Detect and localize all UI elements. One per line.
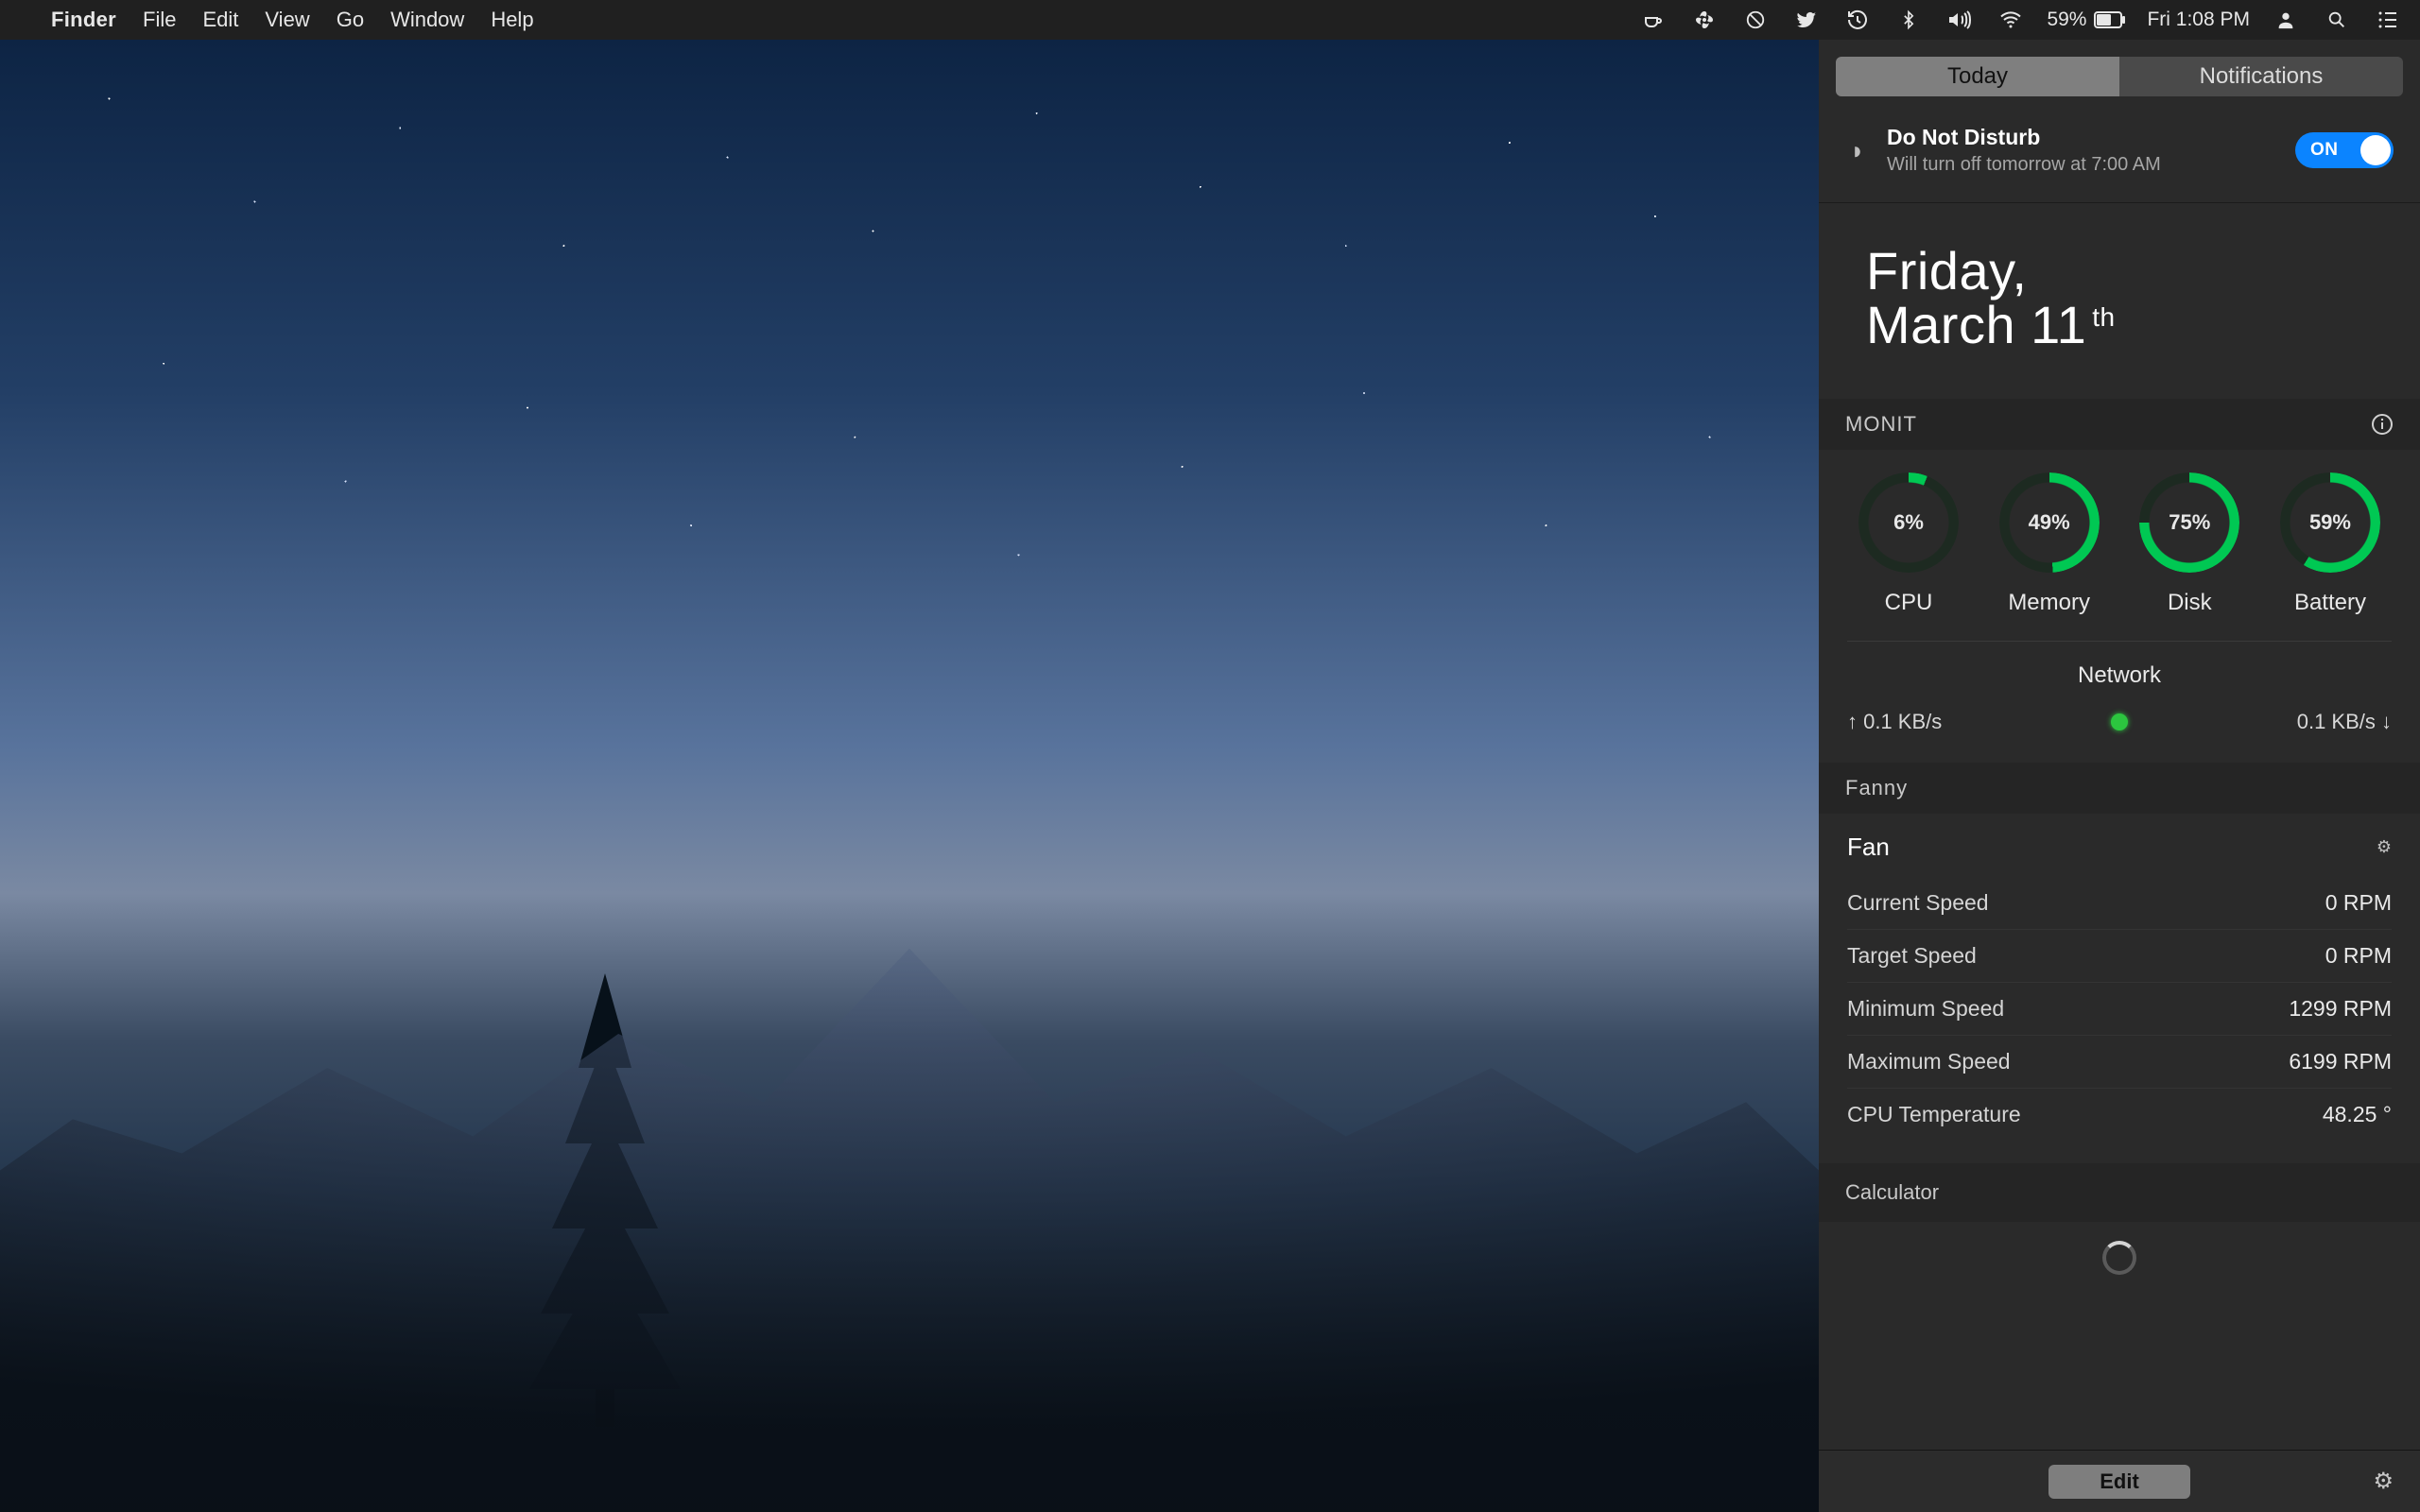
network-status-dot — [2111, 713, 2128, 730]
date-line1: Friday, — [1866, 245, 2420, 298]
gauge-disk: 75% Disk — [2128, 472, 2251, 616]
gauge-ring: 49% — [1999, 472, 2100, 573]
notification-center: Today Notifications ◗ Do Not Disturb Wil… — [1819, 40, 2420, 1512]
app-name[interactable]: Finder — [51, 8, 116, 32]
gauge-value: 6% — [1893, 510, 1924, 535]
fan-row-key: Current Speed — [1847, 890, 1989, 916]
menubar-clock[interactable]: Fri 1:08 PM — [2147, 9, 2250, 31]
user-icon[interactable] — [2271, 5, 2301, 35]
gauge-label: Memory — [2008, 590, 2090, 616]
gauge-value: 49% — [2029, 510, 2070, 535]
tab-notifications[interactable]: Notifications — [2119, 57, 2403, 96]
fan-row-value: 0 RPM — [2325, 943, 2392, 969]
menu-edit[interactable]: Edit — [202, 8, 238, 32]
calculator-header: Calculator — [1819, 1163, 2420, 1222]
edit-button[interactable]: Edit — [2048, 1465, 2190, 1499]
menubar: Finder File Edit View Go Window Help — [0, 0, 2420, 40]
fan-row-key: Minimum Speed — [1847, 996, 2004, 1022]
moon-icon: ◗ — [1841, 136, 1874, 165]
info-icon[interactable] — [2371, 413, 2394, 436]
bluetooth-icon[interactable] — [1893, 5, 1924, 35]
fan-row: CPU Temperature 48.25 ° — [1847, 1088, 2392, 1141]
fan-row-value: 0 RPM — [2325, 890, 2392, 916]
battery-icon — [2094, 11, 2126, 28]
battery-status[interactable]: 59% — [2047, 9, 2126, 31]
timemachine-icon[interactable] — [1842, 5, 1873, 35]
fan-row-key: Target Speed — [1847, 943, 1977, 969]
network-title: Network — [1847, 662, 2392, 689]
fan-row-value: 1299 RPM — [2289, 996, 2392, 1022]
monit-header: MONIT — [1819, 399, 2420, 450]
no-entry-icon[interactable] — [1740, 5, 1771, 35]
volume-icon[interactable] — [1945, 5, 1975, 35]
date-suffix: th — [2092, 303, 2115, 331]
gauge-label: Battery — [2294, 590, 2366, 616]
nc-tabs: Today Notifications — [1819, 40, 2420, 96]
gauge-label: CPU — [1885, 590, 1933, 616]
fan-row: Maximum Speed 6199 RPM — [1847, 1035, 2392, 1088]
fanny-title: Fanny — [1845, 776, 1908, 800]
nc-footer: Edit ⚙ — [1819, 1450, 2420, 1512]
monit-title: MONIT — [1845, 412, 1917, 437]
fan-settings-icon[interactable]: ⚙ — [2377, 837, 2392, 857]
fan-row-key: Maximum Speed — [1847, 1049, 2011, 1074]
wifi-icon[interactable] — [1996, 5, 2026, 35]
do-not-disturb-row: ◗ Do Not Disturb Will turn off tomorrow … — [1819, 96, 2420, 203]
notification-center-icon[interactable] — [2373, 5, 2403, 35]
dnd-toggle[interactable]: ON — [2295, 132, 2394, 168]
fan-list: Current Speed 0 RPM Target Speed 0 RPM Minim… — [1819, 871, 2420, 1163]
caffeine-icon[interactable] — [1638, 5, 1668, 35]
fan-label: Fan — [1847, 833, 1890, 862]
monit-body: 6%CPU49%Memory75%Disk59%Battery Network … — [1819, 450, 2420, 763]
spotlight-icon[interactable] — [2322, 5, 2352, 35]
menu-go[interactable]: Go — [337, 8, 364, 32]
fan-row-value: 48.25 ° — [2323, 1102, 2392, 1127]
date-line2: March 11 — [1866, 298, 2086, 353]
dnd-toggle-label: ON — [2310, 140, 2339, 161]
calculator-title: Calculator — [1845, 1180, 1939, 1205]
gauge-ring: 6% — [1858, 472, 1959, 573]
fan-row-key: CPU Temperature — [1847, 1102, 2021, 1127]
fan-row: Target Speed 0 RPM — [1847, 929, 2392, 982]
dnd-title: Do Not Disturb — [1887, 125, 2161, 150]
twitter-icon[interactable] — [1791, 5, 1822, 35]
menu-file[interactable]: File — [143, 8, 176, 32]
fan-row-value: 6199 RPM — [2289, 1049, 2392, 1074]
today-date: Friday, March 11 th — [1819, 203, 2420, 399]
network-up: ↑ 0.1 KB/s — [1847, 710, 1942, 734]
loading-spinner-icon — [2102, 1241, 2136, 1275]
gauge-battery: 59% Battery — [2269, 472, 2392, 616]
battery-percent: 59% — [2047, 9, 2086, 31]
fan-subheader: Fan ⚙ — [1819, 814, 2420, 871]
gauge-ring: 59% — [2280, 472, 2380, 573]
desktop-wallpaper[interactable] — [0, 40, 1819, 1512]
dnd-subtitle: Will turn off tomorrow at 7:00 AM — [1887, 154, 2161, 176]
menu-help[interactable]: Help — [491, 8, 533, 32]
wallpaper-tree — [529, 936, 681, 1427]
gauge-cpu: 6% CPU — [1847, 472, 1970, 616]
gauge-memory: 49% Memory — [1988, 472, 2111, 616]
gauge-label: Disk — [2168, 590, 2212, 616]
network-row: ↑ 0.1 KB/s 0.1 KB/s ↓ — [1847, 710, 2392, 734]
tab-today[interactable]: Today — [1836, 57, 2119, 96]
gauge-value: 59% — [2309, 510, 2351, 535]
footer-settings-icon[interactable]: ⚙ — [2373, 1468, 2394, 1495]
gauge-ring: 75% — [2139, 472, 2239, 573]
fan-row: Minimum Speed 1299 RPM — [1847, 982, 2392, 1035]
dnd-toggle-knob — [2360, 135, 2391, 165]
gauge-value: 75% — [2169, 510, 2210, 535]
menu-view[interactable]: View — [265, 8, 309, 32]
menu-window[interactable]: Window — [390, 8, 464, 32]
network-down: 0.1 KB/s ↓ — [2297, 710, 2392, 734]
fan-row: Current Speed 0 RPM — [1847, 877, 2392, 929]
fanny-header: Fanny — [1819, 763, 2420, 814]
fan-icon[interactable] — [1689, 5, 1720, 35]
